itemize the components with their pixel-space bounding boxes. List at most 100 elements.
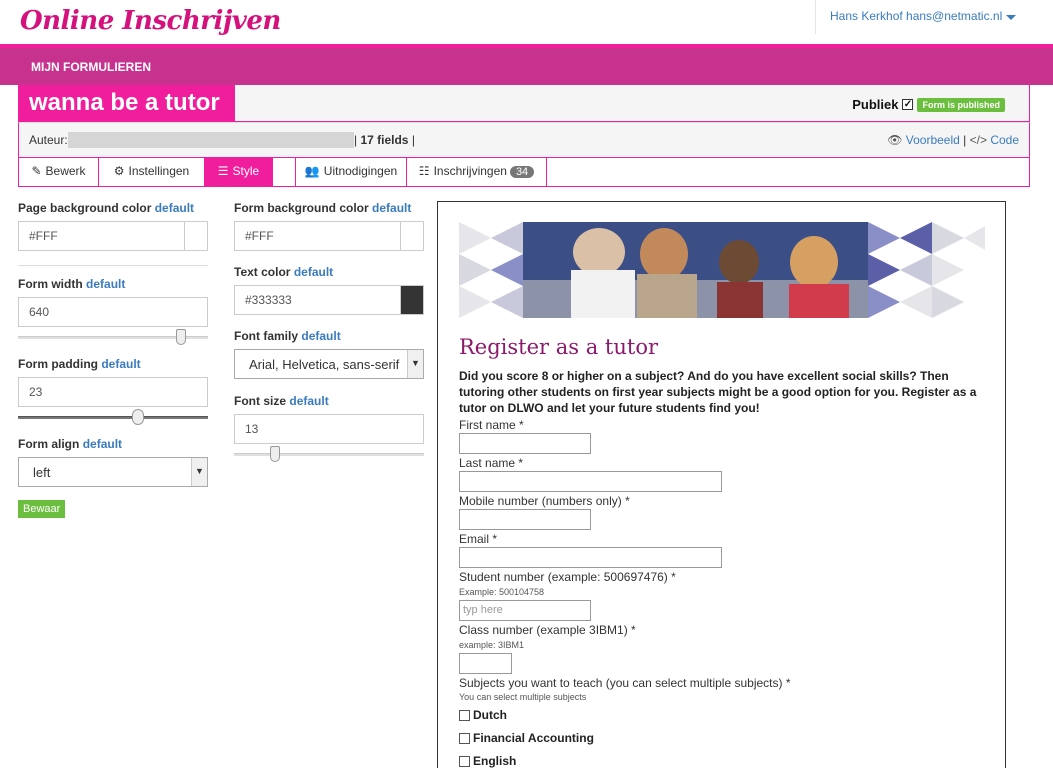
voorbeeld-link[interactable]: Voorbeeld xyxy=(906,133,960,147)
form-bg-default-link[interactable]: default xyxy=(372,201,411,215)
class-number-help: example: 3IBM1 xyxy=(459,640,525,650)
slider-handle[interactable] xyxy=(131,409,144,425)
style-column-right: Form background color default #FFF Text … xyxy=(234,201,424,466)
tab-inschrijvingen[interactable]: ☷ Inschrijvingen 34 xyxy=(407,158,547,186)
tab-bewerk[interactable]: ✎ Bewerk xyxy=(19,158,99,186)
text-color-default-link[interactable]: default xyxy=(294,265,333,279)
publiek-label: Publiek xyxy=(852,97,899,112)
publiek-checkbox[interactable]: ✓ xyxy=(902,99,914,110)
user-menu[interactable]: Hans Kerkhof hans@netmatic.nl xyxy=(815,0,1030,34)
email-input[interactable] xyxy=(459,547,722,568)
tab-uitnodigingen-label: Uitnodigingen xyxy=(323,164,398,178)
publiek-toggle: Publiek ✓ Form is published xyxy=(852,97,1005,112)
banner-image xyxy=(459,222,985,318)
text-color-label: Text color default xyxy=(234,265,424,285)
form-bg-value: #FFF xyxy=(245,229,274,243)
text-color-swatch[interactable] xyxy=(400,286,423,314)
form-bg-label-text: Form background color xyxy=(234,201,369,215)
font-size-input[interactable]: 13 xyxy=(234,414,424,444)
slider-handle[interactable] xyxy=(270,446,280,462)
form-bg-input[interactable]: #FFF xyxy=(234,221,424,251)
form-align-select[interactable]: left ▼ xyxy=(18,457,208,487)
page-bg-value: #FFF xyxy=(29,229,58,243)
save-button[interactable]: Bewaar xyxy=(18,500,66,518)
page-bg-swatch[interactable] xyxy=(184,222,207,250)
form-header: wanna be a tutor Publiek ✓ Form is publi… xyxy=(18,85,1030,122)
subject-option[interactable]: Dutch xyxy=(459,708,507,722)
tab-empty[interactable] xyxy=(273,158,296,186)
form-preview: Register as a tutor Did you score 8 or h… xyxy=(437,201,1006,768)
form-meta-row: Auteur: | 17 fields | 👁 Voorbeeld | </> … xyxy=(18,122,1030,158)
form-align-default-link[interactable]: default xyxy=(83,437,122,451)
page-bg-input[interactable]: #FFF xyxy=(18,221,208,251)
mobile-input[interactable] xyxy=(459,509,591,530)
fields-separator: | xyxy=(411,133,415,147)
style-column-left: Page background color default #FFF Form … xyxy=(18,201,208,518)
tab-bewerk-label: Bewerk xyxy=(45,164,86,178)
checkbox[interactable] xyxy=(459,755,470,767)
app-logo[interactable]: Online Inschrijven xyxy=(20,6,281,36)
font-family-select[interactable]: Arial, Helvetica, sans-serif ▼ xyxy=(234,349,424,379)
nav-mijn-formulieren[interactable]: MIJN FORMULIEREN xyxy=(31,60,151,74)
first-name-label: First name * xyxy=(459,418,524,432)
user-name: Hans Kerkhof hans@netmatic.nl xyxy=(830,9,1003,23)
form-width-value: 640 xyxy=(29,305,50,319)
font-size-label: Font size default xyxy=(234,394,424,414)
page-bg-label-text: Page background color xyxy=(18,201,152,215)
font-size-label-text: Font size xyxy=(234,394,287,408)
form-width-input[interactable]: 640 xyxy=(18,297,208,327)
top-bar: Online Inschrijven Hans Kerkhof hans@net… xyxy=(0,0,1053,44)
text-color-value: #333333 xyxy=(245,293,292,307)
font-family-label-text: Font family xyxy=(234,329,299,343)
form-width-label-text: Form width xyxy=(18,277,83,291)
student-number-help: Example: 500104758 xyxy=(459,587,545,597)
subject-option-label: English xyxy=(473,754,517,768)
font-size-value: 13 xyxy=(245,422,259,436)
auteur-label: Auteur: xyxy=(29,133,68,147)
subject-option[interactable]: English xyxy=(459,754,516,768)
tab-uitnodigingen[interactable]: 👥 Uitnodigingen xyxy=(296,158,407,186)
fields-count: | 17 fields | xyxy=(354,133,415,147)
chevron-down-icon: ▼ xyxy=(191,458,207,486)
last-name-label: Last name * xyxy=(459,456,524,470)
font-family-value: Arial, Helvetica, sans-serif xyxy=(249,357,400,372)
eye-icon: 👁 xyxy=(887,133,903,147)
code-link[interactable]: Code xyxy=(990,133,1019,147)
form-bg-swatch[interactable] xyxy=(400,222,423,250)
form-width-default-link[interactable]: default xyxy=(86,277,125,291)
font-size-default-link[interactable]: default xyxy=(289,394,328,408)
font-family-default-link[interactable]: default xyxy=(301,329,340,343)
first-name-input[interactable] xyxy=(459,433,591,454)
text-color-label-text: Text color xyxy=(234,265,291,279)
class-number-input[interactable] xyxy=(459,653,512,674)
checkbox[interactable] xyxy=(459,709,470,721)
student-number-label: Student number (example: 500697476) * xyxy=(459,570,676,584)
tab-style[interactable]: ☰ Style xyxy=(205,158,273,186)
student-number-input[interactable]: typ here xyxy=(459,600,591,621)
slider-handle[interactable] xyxy=(176,329,187,345)
subjects-label: Subjects you want to teach (you can sele… xyxy=(459,676,791,690)
form-padding-input[interactable]: 23 xyxy=(18,377,208,407)
font-size-slider[interactable] xyxy=(234,444,424,466)
gears-icon: ⚙ xyxy=(113,164,125,178)
subject-option-label: Financial Accounting xyxy=(473,731,594,745)
form-align-label: Form align default xyxy=(18,437,208,457)
subjects-help: You can select multiple subjects xyxy=(459,692,587,702)
pencil-icon: ✎ xyxy=(31,164,42,178)
form-padding-slider[interactable] xyxy=(18,407,208,429)
checkbox[interactable] xyxy=(459,732,470,744)
last-name-input[interactable] xyxy=(459,471,722,492)
tab-instellingen[interactable]: ⚙ Instellingen xyxy=(99,158,205,186)
main-navbar: MIJN FORMULIEREN xyxy=(0,44,1053,85)
email-label: Email * xyxy=(459,532,498,546)
text-color-input[interactable]: #333333 xyxy=(234,285,424,315)
inschrijvingen-count: 34 xyxy=(509,166,535,178)
form-width-slider[interactable] xyxy=(18,327,208,349)
subject-option-label: Dutch xyxy=(473,708,507,722)
page-bg-label: Page background color default xyxy=(18,201,208,221)
page-bg-default-link[interactable]: default xyxy=(155,201,194,215)
subject-option[interactable]: Financial Accounting xyxy=(459,731,594,745)
list-icon: ☷ xyxy=(418,164,430,178)
form-padding-default-link[interactable]: default xyxy=(101,357,140,371)
preview-links: 👁 Voorbeeld | </> Code xyxy=(887,133,1019,147)
